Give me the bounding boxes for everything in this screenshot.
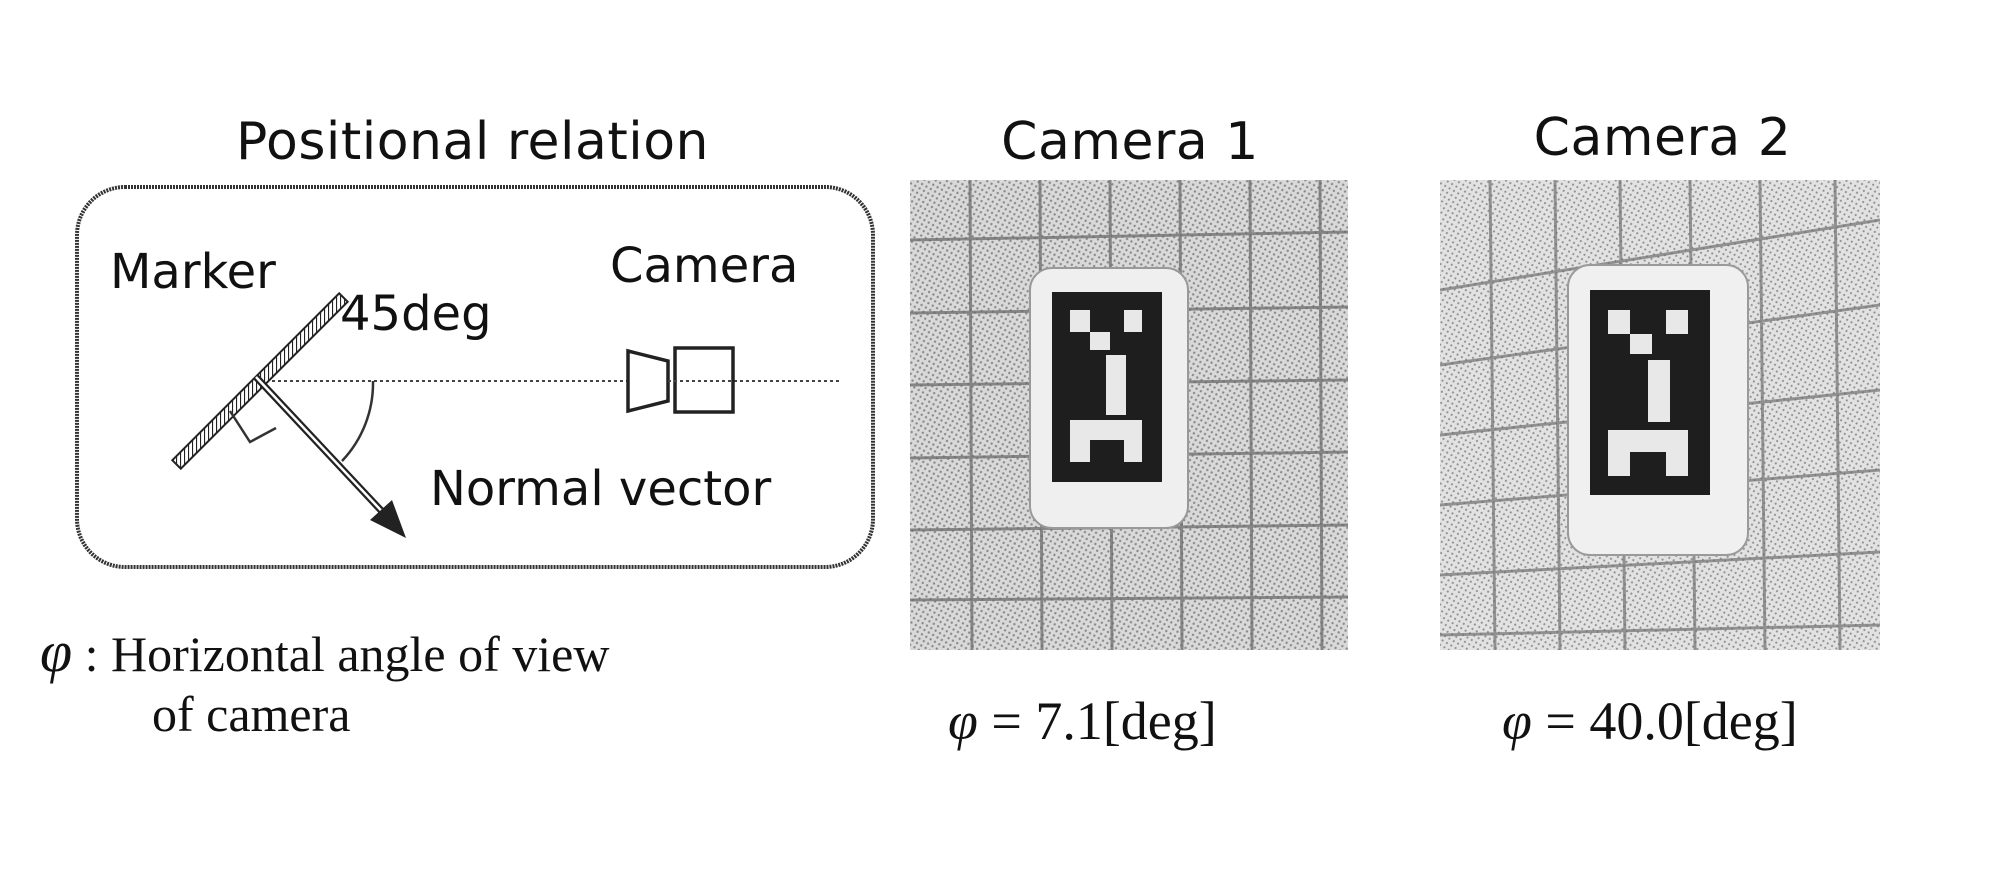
phi-symbol: φ (1502, 691, 1532, 751)
camera-1-photo-svg (910, 180, 1348, 650)
camera-2-angle-value: = 40.0[deg] (1531, 691, 1798, 751)
right-angle-symbol (228, 410, 277, 444)
normal-vector-label: Normal vector (430, 461, 771, 517)
camera-2-photo (1440, 180, 1880, 650)
camera-2-title: Camera 2 (1533, 108, 1792, 168)
legend-text-line2: of camera (152, 686, 351, 742)
marker-label: Marker (110, 244, 276, 300)
camera-1-angle-value: = 7.1[deg] (977, 691, 1217, 751)
positional-relation-title: Positional relation (236, 112, 709, 172)
camera-2-caption: φ = 40.0[deg] (1502, 690, 1798, 752)
legend-text-line1: Horizontal angle of view (111, 626, 610, 682)
angle-arc (341, 380, 375, 462)
aruco-marker (1590, 290, 1710, 495)
camera-label: Camera (610, 238, 798, 294)
phi-legend: φ : Horizontal angle of view of camera (40, 622, 609, 744)
phi-symbol: φ (40, 619, 73, 684)
positional-relation-diagram: Marker 45deg Camera Normal vector (70, 180, 880, 575)
camera-2-photo-svg (1440, 180, 1880, 650)
phi-symbol: φ (948, 691, 978, 751)
camera-1-photo (910, 180, 1348, 650)
camera-1-caption: φ = 7.1[deg] (948, 690, 1217, 752)
legend-separator: : (72, 626, 111, 682)
camera-1-title: Camera 1 (1001, 112, 1259, 172)
normal-vector-arrow-inner (255, 376, 391, 521)
angle-label: 45deg (340, 286, 492, 342)
camera-icon (626, 346, 735, 414)
diagram-svg: Marker 45deg Camera Normal vector (75, 185, 875, 569)
aruco-marker (1052, 292, 1162, 482)
